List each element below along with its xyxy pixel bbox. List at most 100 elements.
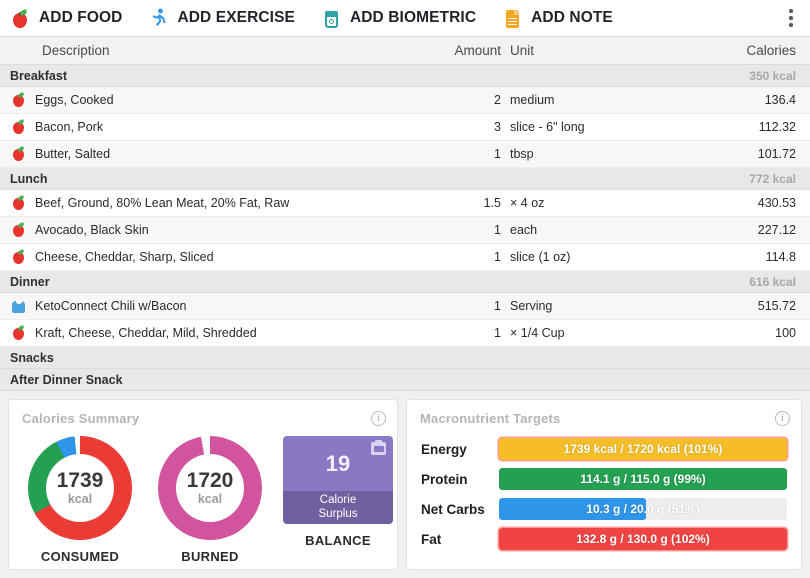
table-row[interactable]: KetoConnect Chili w/Bacon 1 Serving 515.72 — [0, 293, 810, 320]
burned-value: 1720 — [186, 469, 234, 492]
balance-status: Calorie Surplus — [283, 491, 393, 524]
consumed-donut-group: 1739 kcal CONSUMED — [23, 436, 137, 564]
table-row[interactable]: Cheese, Cheddar, Sharp, Sliced 1 slice (1 … — [0, 244, 810, 271]
calories-summary-title: Calories Summary — [22, 411, 140, 426]
macro-label: Energy — [421, 441, 467, 457]
apple-icon — [10, 145, 27, 164]
macro-row: Protein 114.1 g / 115.0 g (99%) — [421, 468, 787, 490]
food-unit: × 1/4 Cup — [510, 326, 565, 340]
balance-status-line2: Surplus — [318, 507, 358, 520]
balance-group: 19 Calorie Surplus BALANCE — [283, 436, 393, 548]
add-exercise-button[interactable]: ADD EXERCISE — [148, 7, 295, 29]
meal-group-header[interactable]: After Dinner Snack — [0, 369, 810, 391]
macro-label: Protein — [421, 471, 468, 487]
apple-icon — [10, 248, 27, 267]
macro-label: Fat — [421, 531, 442, 547]
macro-row: Energy 1739 kcal / 1720 kcal (101%) — [421, 438, 787, 460]
food-amount: 1 — [494, 326, 501, 340]
action-toolbar: ADD FOOD ADD EXERCISE ADD BIOMETRIC ADD … — [0, 0, 810, 36]
apple-icon — [10, 118, 27, 137]
table-row[interactable]: Avocado, Black Skin 1 each 227.12 — [0, 217, 810, 244]
table-row[interactable]: Kraft, Cheese, Cheddar, Mild, Shredded 1 ×… — [0, 320, 810, 347]
info-icon[interactable]: i — [371, 411, 386, 426]
macro-label: Net Carbs — [421, 501, 485, 517]
diary-table: Description Amount Unit Calories Breakfa… — [0, 36, 810, 391]
scale-icon — [371, 440, 386, 455]
table-row[interactable]: Butter, Salted 1 tbsp 101.72 — [0, 141, 810, 168]
food-amount: 3 — [494, 120, 501, 134]
summary-panels: Calories Summary i 1739 kcal CONSUMED 17… — [0, 391, 810, 578]
food-calories: 101.72 — [757, 147, 796, 161]
meal-group-header[interactable]: Lunch 772 kcal — [0, 168, 810, 190]
info-icon[interactable]: i — [775, 411, 790, 426]
column-header-amount: Amount — [454, 43, 501, 58]
kebab-menu-icon[interactable] — [782, 7, 800, 29]
food-unit: medium — [510, 93, 555, 107]
meal-group-kcal: 616 kcal — [749, 274, 796, 289]
food-calories: 515.72 — [757, 299, 796, 313]
food-calories: 136.4 — [764, 93, 796, 107]
burned-unit: kcal — [197, 492, 223, 506]
consumed-value: 1739 — [56, 469, 104, 492]
meal-group-header[interactable]: Dinner 616 kcal — [0, 271, 810, 293]
meal-group-kcal: 350 kcal — [749, 68, 796, 83]
burned-caption: BURNED — [181, 549, 239, 564]
consumed-caption: CONSUMED — [40, 549, 120, 564]
table-row[interactable]: Bacon, Pork 3 slice - 6" long 112.32 — [0, 114, 810, 141]
meal-group-name: Breakfast — [10, 68, 67, 83]
meal-group-header[interactable]: Breakfast 350 kcal — [0, 65, 810, 87]
macro-row: Net Carbs 10.3 g / 20.0 g (51%) — [421, 498, 787, 520]
food-name: Cheese, Cheddar, Sharp, Sliced — [35, 250, 214, 264]
table-row[interactable]: Beef, Ground, 80% Lean Meat, 20% Fat, Ra… — [0, 190, 810, 217]
food-name: Kraft, Cheese, Cheddar, Mild, Shredded — [35, 326, 257, 340]
macro-progress-bar: 10.3 g / 20.0 g (51%) — [499, 498, 787, 520]
meal-group-name: Lunch — [10, 171, 48, 186]
burned-donut-group: 1720 kcal BURNED — [153, 436, 267, 564]
meal-group-name: Dinner — [10, 274, 50, 289]
food-unit: tbsp — [510, 147, 534, 161]
macronutrient-targets-title: Macronutrient Targets — [420, 411, 561, 426]
column-header-calories: Calories — [746, 43, 796, 58]
balance-status-line1: Calorie — [319, 494, 357, 507]
macro-row: Fat 132.8 g / 130.0 g (102%) — [421, 528, 787, 550]
macro-progress-text: 10.3 g / 20.0 g (51%) — [586, 502, 700, 516]
food-calories: 114.8 — [765, 250, 796, 264]
food-unit: slice (1 oz) — [510, 250, 571, 264]
food-unit: × 4 oz — [510, 196, 545, 210]
add-biometric-label: ADD BIOMETRIC — [349, 9, 477, 26]
column-header-description: Description — [42, 43, 110, 58]
balance-caption: BALANCE — [305, 533, 371, 548]
food-amount: 1.5 — [483, 196, 501, 210]
meal-group-name: Snacks — [10, 350, 54, 365]
add-note-label: ADD NOTE — [531, 9, 613, 26]
food-amount: 1 — [494, 299, 501, 313]
table-row[interactable]: Eggs, Cooked 2 medium 136.4 — [0, 87, 810, 114]
macro-progress-bar: 132.8 g / 130.0 g (102%) — [499, 528, 787, 550]
add-note-button[interactable]: ADD NOTE — [502, 7, 613, 29]
burned-donut-chart: 1720 kcal — [158, 436, 262, 540]
apple-icon — [10, 221, 27, 240]
apple-icon — [10, 194, 27, 213]
meal-group-header[interactable]: Snacks — [0, 347, 810, 369]
food-unit: slice - 6" long — [510, 120, 585, 134]
table-header-row: Description Amount Unit Calories — [0, 36, 810, 65]
balance-card[interactable]: 19 Calorie Surplus — [283, 436, 393, 524]
consumed-unit: kcal — [67, 492, 93, 506]
food-amount: 1 — [494, 147, 501, 161]
food-amount: 1 — [494, 250, 501, 264]
add-food-label: ADD FOOD — [39, 9, 123, 26]
note-icon — [502, 7, 522, 29]
macro-progress-text: 1739 kcal / 1720 kcal (101%) — [563, 442, 723, 456]
food-name: Beef, Ground, 80% Lean Meat, 20% Fat, Ra… — [35, 196, 290, 210]
add-biometric-button[interactable]: ADD BIOMETRIC — [321, 7, 476, 29]
nutrition-diary-screen: ADD FOOD ADD EXERCISE ADD BIOMETRIC ADD … — [0, 0, 810, 578]
food-amount: 1 — [494, 223, 501, 237]
macro-progress-text: 114.1 g / 115.0 g (99%) — [580, 472, 706, 486]
add-food-button[interactable]: ADD FOOD — [10, 7, 122, 29]
food-name: Eggs, Cooked — [35, 93, 114, 107]
food-calories: 100 — [775, 326, 796, 340]
food-name: KetoConnect Chili w/Bacon — [35, 299, 187, 313]
food-unit: Serving — [510, 299, 553, 313]
food-amount: 2 — [494, 93, 501, 107]
calorie-donuts: 1739 kcal CONSUMED 1720 kcal BURNED 19 C… — [9, 426, 397, 564]
